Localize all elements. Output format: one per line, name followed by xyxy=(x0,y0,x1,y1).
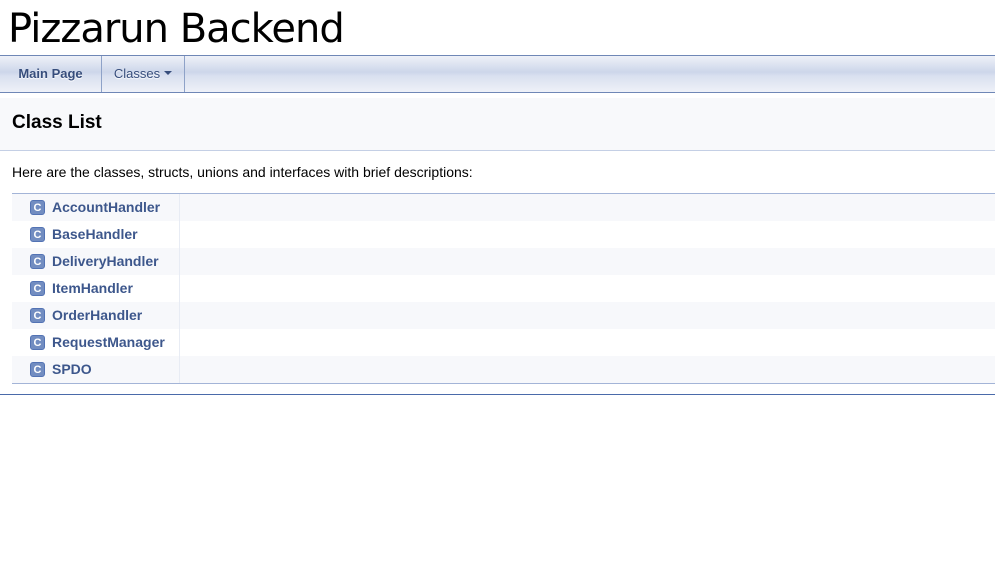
page-header xyxy=(0,98,995,151)
class-icon: C xyxy=(30,200,45,215)
nav-bar: Main Page Classes xyxy=(0,55,995,93)
table-row: C OrderHandler xyxy=(12,302,995,329)
project-title: Pizzarun Backend xyxy=(8,6,345,52)
class-icon: C xyxy=(30,335,45,350)
table-row: C DeliveryHandler xyxy=(12,248,995,275)
class-table: C AccountHandler C BaseHandler C Deliver… xyxy=(12,193,995,384)
tab-classes[interactable]: Classes xyxy=(102,56,185,92)
class-icon: C xyxy=(30,308,45,323)
table-row: C SPDO xyxy=(12,356,995,383)
class-link-spdo[interactable]: SPDO xyxy=(52,361,92,377)
tab-main-page-label: Main Page xyxy=(18,66,83,81)
page-intro: Here are the classes, structs, unions an… xyxy=(12,164,473,180)
chevron-down-icon xyxy=(164,70,173,75)
table-row: C RequestManager xyxy=(12,329,995,356)
column-divider xyxy=(179,356,180,383)
table-row: C BaseHandler xyxy=(12,221,995,248)
class-icon: C xyxy=(30,227,45,242)
column-divider xyxy=(179,275,180,302)
class-icon: C xyxy=(30,281,45,296)
class-link-orderhandler[interactable]: OrderHandler xyxy=(52,307,142,323)
class-link-basehandler[interactable]: BaseHandler xyxy=(52,226,138,242)
column-divider xyxy=(179,302,180,329)
page-title: Class List xyxy=(12,112,102,133)
column-divider xyxy=(179,248,180,275)
table-row: C ItemHandler xyxy=(12,275,995,302)
class-link-deliveryhandler[interactable]: DeliveryHandler xyxy=(52,253,159,269)
class-link-accounthandler[interactable]: AccountHandler xyxy=(52,199,160,215)
class-icon: C xyxy=(30,362,45,377)
column-divider xyxy=(179,329,180,356)
class-icon: C xyxy=(30,254,45,269)
column-divider xyxy=(179,194,180,221)
table-row: C AccountHandler xyxy=(12,194,995,221)
column-divider xyxy=(179,221,180,248)
footer-divider xyxy=(0,394,995,395)
class-link-itemhandler[interactable]: ItemHandler xyxy=(52,280,133,296)
tab-classes-label: Classes xyxy=(113,66,161,81)
class-link-requestmanager[interactable]: RequestManager xyxy=(52,334,165,350)
tab-main-page[interactable]: Main Page xyxy=(0,56,102,92)
